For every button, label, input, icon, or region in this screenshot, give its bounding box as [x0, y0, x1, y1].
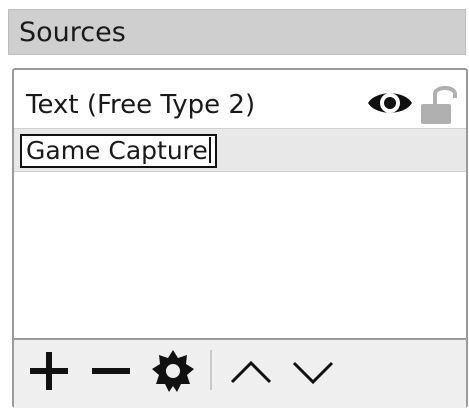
sources-toolbar: [14, 338, 466, 408]
sources-list-panel: Text (Free Type 2) Game Capture: [12, 68, 468, 408]
toolbar-separator: [210, 350, 212, 390]
dock-title: Sources: [19, 17, 126, 48]
sources-dock-header: Sources: [8, 9, 466, 55]
rename-field[interactable]: Game Capture: [20, 134, 217, 168]
chevron-down-icon[interactable]: [290, 348, 336, 394]
gear-icon[interactable]: [150, 348, 196, 394]
rename-field-value: Game Capture: [26, 136, 208, 165]
source-item-label: Text (Free Type 2): [26, 90, 256, 120]
eye-icon[interactable]: [366, 86, 414, 120]
chevron-up-icon[interactable]: [228, 348, 274, 394]
plus-icon[interactable]: [26, 348, 72, 394]
text-caret: [208, 137, 211, 163]
source-item-game-capture[interactable]: Game Capture: [14, 128, 466, 172]
source-item-text[interactable]: Text (Free Type 2): [14, 82, 466, 128]
minus-icon[interactable]: [88, 348, 134, 394]
unlocked-padlock-icon[interactable]: [419, 82, 461, 126]
